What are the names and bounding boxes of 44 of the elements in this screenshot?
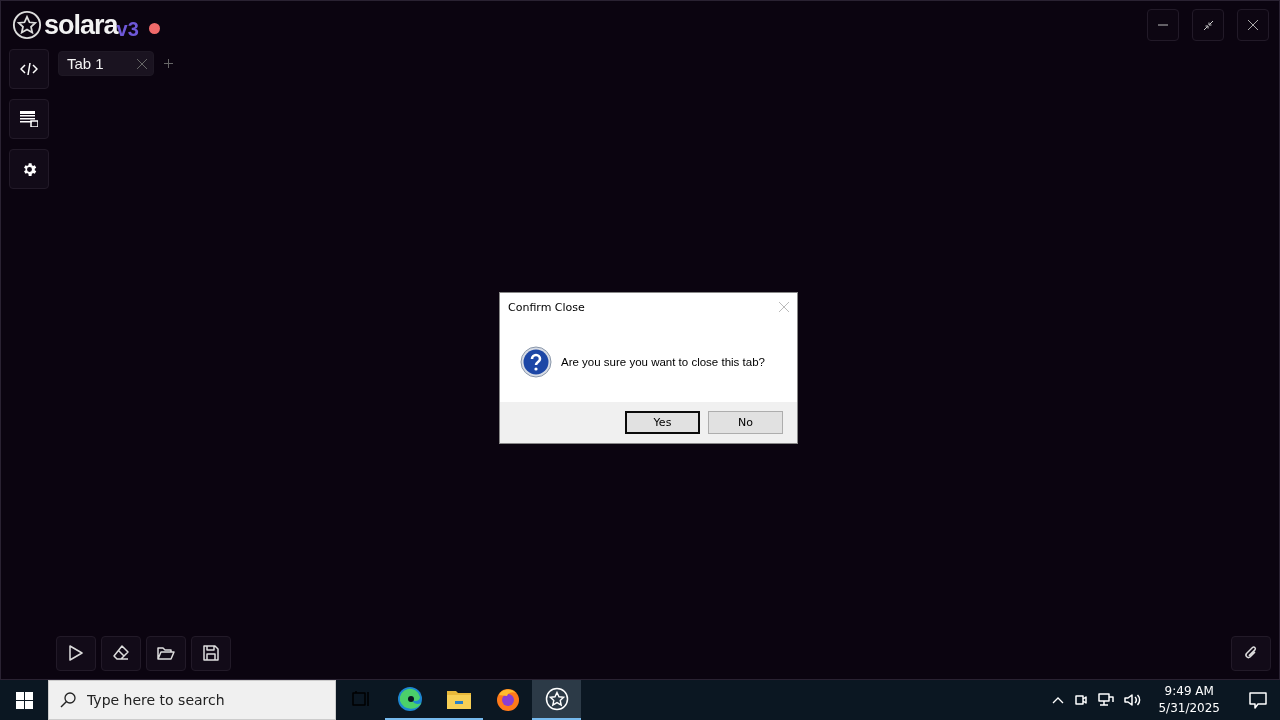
chevron-up-icon[interactable]: [1052, 696, 1065, 704]
dialog-message: Are you sure you want to close this tab?: [561, 355, 765, 368]
list-window-icon: [20, 111, 38, 127]
status-dot: [148, 22, 160, 34]
notification-icon[interactable]: [1249, 691, 1267, 709]
run-button[interactable]: [56, 635, 96, 671]
play-icon: [69, 645, 83, 661]
dialog-title: Confirm Close: [508, 300, 586, 314]
eraser-icon: [112, 644, 130, 662]
network-icon[interactable]: [1098, 693, 1115, 707]
search-field[interactable]: Type here to search: [48, 680, 336, 720]
code-icon: [20, 62, 38, 76]
clear-button[interactable]: [101, 635, 141, 671]
question-icon: [520, 345, 552, 378]
minimize-icon: [1158, 24, 1168, 26]
folder-icon: [157, 645, 175, 661]
shrink-arrows-icon: [1203, 20, 1213, 30]
task-view-icon: [351, 691, 370, 707]
speaker-icon[interactable]: [1124, 693, 1143, 707]
windows-logo-icon[interactable]: [15, 691, 33, 709]
taskbar-app[interactable]: [532, 680, 581, 720]
camera-icon[interactable]: [1074, 693, 1089, 707]
clock-time[interactable]: 9:49 AM: [1164, 683, 1214, 700]
sidebar-button[interactable]: [9, 99, 49, 139]
folder-icon: [446, 689, 471, 709]
close-icon[interactable]: [137, 58, 147, 69]
app-logo-text: solara: [44, 9, 118, 41]
sidebar-button[interactable]: [9, 149, 49, 189]
star-circle-icon: [544, 687, 569, 711]
dialog-button[interactable]: Yes: [625, 411, 700, 434]
clock-date[interactable]: 5/31/2025: [1158, 700, 1220, 717]
paperclip-icon: [1244, 645, 1258, 661]
save-button[interactable]: [191, 635, 231, 671]
add-tab-icon[interactable]: [164, 59, 173, 68]
close-icon: [1248, 20, 1258, 30]
open-button[interactable]: [146, 635, 186, 671]
dialog-button[interactable]: No: [708, 411, 783, 434]
attach-button[interactable]: [1231, 635, 1271, 671]
editor-tab[interactable]: Tab 1: [58, 51, 154, 76]
fox-globe-icon: [495, 687, 520, 711]
browser-swirl-icon: [396, 686, 423, 712]
search-icon: [60, 692, 76, 708]
sidebar-button[interactable]: [9, 49, 49, 89]
star-circle-icon: [12, 10, 42, 40]
